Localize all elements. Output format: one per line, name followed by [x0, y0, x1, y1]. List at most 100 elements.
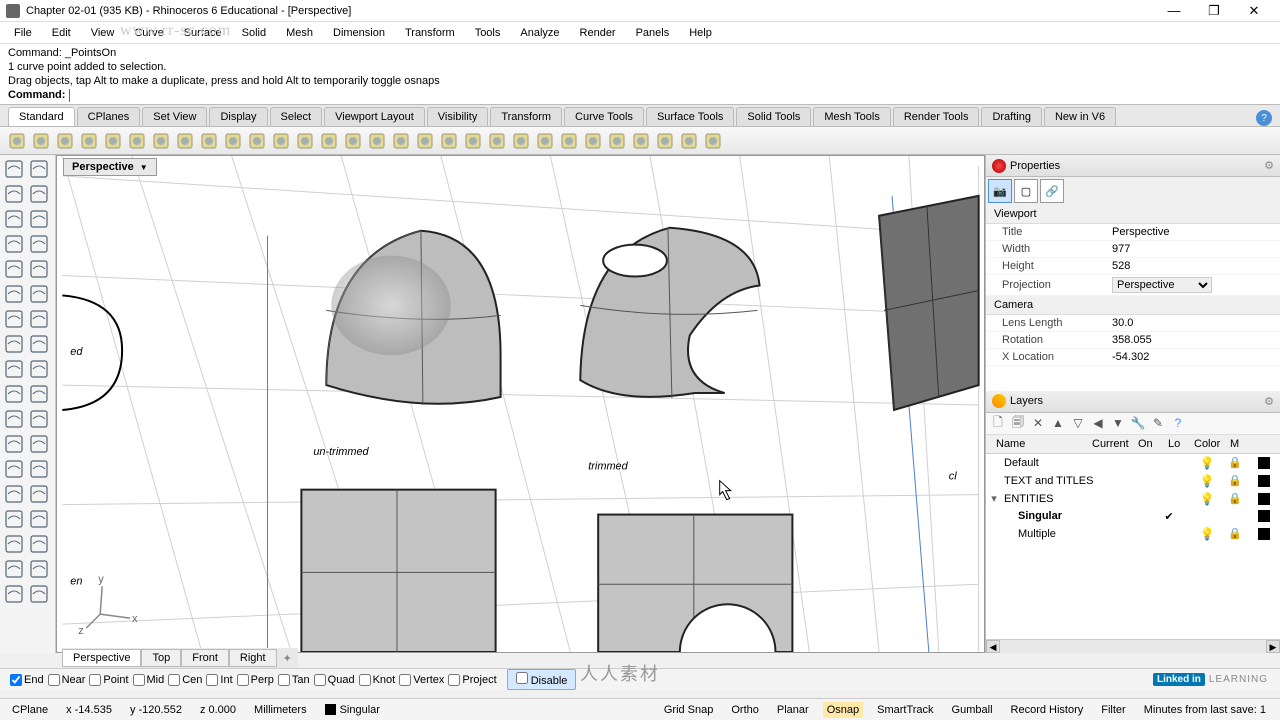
- tab-visibility[interactable]: Visibility: [427, 107, 489, 126]
- tab-mesh-tools[interactable]: Mesh Tools: [813, 107, 890, 126]
- tab-standard[interactable]: Standard: [8, 107, 75, 126]
- tab-set-view[interactable]: Set View: [142, 107, 207, 126]
- tool-19[interactable]: [27, 382, 51, 406]
- globe-icon[interactable]: [678, 130, 700, 152]
- move-down-icon[interactable]: ▽: [1070, 415, 1086, 431]
- tool-icon[interactable]: 🔧: [1130, 415, 1146, 431]
- tool-30[interactable]: [2, 532, 26, 556]
- delete-layer-icon[interactable]: ✕: [1030, 415, 1046, 431]
- prev-icon[interactable]: ◀: [1090, 415, 1106, 431]
- tool-5[interactable]: [27, 207, 51, 231]
- layer-scrollbar[interactable]: ◀▶: [986, 639, 1280, 653]
- properties-header[interactable]: Properties ⚙: [986, 155, 1280, 177]
- opts-icon[interactable]: [630, 130, 652, 152]
- tool-6[interactable]: [2, 232, 26, 256]
- menu-render[interactable]: Render: [572, 25, 624, 41]
- shade-icon[interactable]: [390, 130, 412, 152]
- tool-2[interactable]: [2, 182, 26, 206]
- filter-icon[interactable]: ▼: [1110, 415, 1126, 431]
- osnap-vertex[interactable]: Vertex: [399, 674, 444, 686]
- help-icon[interactable]: ?: [1256, 110, 1272, 126]
- layer-row[interactable]: TEXT and TITLES💡🔒: [986, 472, 1280, 490]
- copy-icon[interactable]: [150, 130, 172, 152]
- vtab-front[interactable]: Front: [181, 649, 229, 667]
- cplane-icon[interactable]: [414, 130, 436, 152]
- tool-9[interactable]: [27, 257, 51, 281]
- tab-curve-tools[interactable]: Curve Tools: [564, 107, 644, 126]
- tool-7[interactable]: [27, 232, 51, 256]
- tab-viewport-props[interactable]: 📷: [988, 179, 1012, 203]
- edit-icon[interactable]: ✎: [1150, 415, 1166, 431]
- tool-33[interactable]: [27, 557, 51, 581]
- menu-file[interactable]: File: [6, 25, 40, 41]
- tool-28[interactable]: [2, 507, 26, 531]
- redo-icon[interactable]: [198, 130, 220, 152]
- layer-row[interactable]: ▾ENTITIES💡🔒: [986, 490, 1280, 508]
- pan-icon[interactable]: [318, 130, 340, 152]
- tool-4[interactable]: [2, 207, 26, 231]
- osnap-int[interactable]: Int: [206, 674, 232, 686]
- vtab-right[interactable]: Right: [229, 649, 277, 667]
- mat4-icon[interactable]: [558, 130, 580, 152]
- status-record-history[interactable]: Record History: [1007, 702, 1088, 718]
- viewport-canvas[interactable]: ed un-trimmed trimmed: [57, 156, 984, 652]
- tool-0[interactable]: [2, 157, 26, 181]
- new-layer-icon[interactable]: 🗋: [990, 415, 1006, 431]
- layer-icon[interactable]: [438, 130, 460, 152]
- status-ortho[interactable]: Ortho: [727, 702, 763, 718]
- tool-20[interactable]: [2, 407, 26, 431]
- mat3-icon[interactable]: [534, 130, 556, 152]
- tool-1[interactable]: [27, 157, 51, 181]
- osnap-disable-button[interactable]: Disable: [507, 669, 577, 690]
- zoomw-icon[interactable]: [270, 130, 292, 152]
- paste-icon[interactable]: [126, 130, 148, 152]
- tool-32[interactable]: [2, 557, 26, 581]
- link-icon[interactable]: [654, 130, 676, 152]
- osnap-perp[interactable]: Perp: [237, 674, 274, 686]
- osnap-mid[interactable]: Mid: [133, 674, 165, 686]
- clip-icon[interactable]: [102, 130, 124, 152]
- command-area[interactable]: Command: _PointsOn 1 curve point added t…: [0, 44, 1280, 105]
- vtab-perspective[interactable]: Perspective: [62, 649, 141, 667]
- status-osnap[interactable]: Osnap: [823, 702, 863, 718]
- menu-solid[interactable]: Solid: [234, 25, 274, 41]
- tool-14[interactable]: [2, 332, 26, 356]
- vtab-top[interactable]: Top: [141, 649, 181, 667]
- tool-26[interactable]: [2, 482, 26, 506]
- tab-drafting[interactable]: Drafting: [981, 107, 1042, 126]
- tab-material-props[interactable]: ▢: [1014, 179, 1038, 203]
- menu-analyze[interactable]: Analyze: [512, 25, 567, 41]
- zoom-icon[interactable]: [246, 130, 268, 152]
- add-viewport-icon[interactable]: ✦: [277, 650, 298, 667]
- zoome-icon[interactable]: [294, 130, 316, 152]
- tool-27[interactable]: [27, 482, 51, 506]
- layer-row[interactable]: Default💡🔒: [986, 454, 1280, 472]
- tool-18[interactable]: [2, 382, 26, 406]
- osnap-tan[interactable]: Tan: [278, 674, 310, 686]
- status-grid-snap[interactable]: Grid Snap: [660, 702, 718, 718]
- osnap-project[interactable]: Project: [448, 674, 496, 686]
- gear-icon[interactable]: ⚙: [1264, 159, 1274, 172]
- move-up-icon[interactable]: ▲: [1050, 415, 1066, 431]
- tool-25[interactable]: [27, 457, 51, 481]
- tool-22[interactable]: [2, 432, 26, 456]
- osnap-quad[interactable]: Quad: [314, 674, 355, 686]
- status-filter[interactable]: Filter: [1097, 702, 1129, 718]
- status-minutes-from-last-save--1[interactable]: Minutes from last save: 1: [1140, 702, 1270, 718]
- print-icon[interactable]: [78, 130, 100, 152]
- tool-24[interactable]: [2, 457, 26, 481]
- osnap-end[interactable]: End: [10, 674, 44, 686]
- tool-12[interactable]: [2, 307, 26, 331]
- menu-view[interactable]: View: [83, 25, 123, 41]
- menu-mesh[interactable]: Mesh: [278, 25, 321, 41]
- tab-object-props[interactable]: 🔗: [1040, 179, 1064, 203]
- tab-transform[interactable]: Transform: [490, 107, 562, 126]
- tool-23[interactable]: [27, 432, 51, 456]
- status-smarttrack[interactable]: SmartTrack: [873, 702, 937, 718]
- tool-17[interactable]: [27, 357, 51, 381]
- osnap-near[interactable]: Near: [48, 674, 86, 686]
- menu-tools[interactable]: Tools: [467, 25, 509, 41]
- tool-31[interactable]: [27, 532, 51, 556]
- chevron-down-icon[interactable]: ▼: [140, 163, 148, 172]
- menu-dimension[interactable]: Dimension: [325, 25, 393, 41]
